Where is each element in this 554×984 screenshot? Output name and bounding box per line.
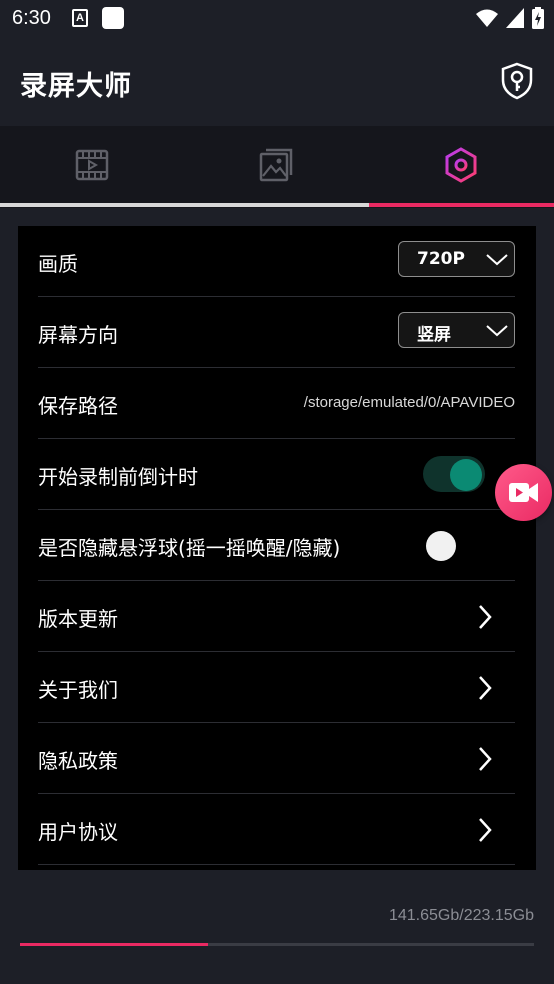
countdown-label: 开始录制前倒计时 [38,465,198,489]
floating-record-button[interactable] [495,464,552,521]
setting-row-agreement[interactable]: 用户协议 [38,794,515,865]
keyboard-notification-icon: A [72,9,88,27]
quality-value: 720P [417,249,465,269]
version-label: 版本更新 [38,607,118,631]
tab-settings[interactable] [369,126,553,204]
chevron-right-icon [479,676,492,700]
privacy-label: 隐私政策 [38,749,118,773]
chevron-down-icon [486,325,508,337]
about-label: 关于我们 [38,678,118,702]
signal-icon [506,8,524,28]
status-time: 6:30 [12,7,51,29]
chevron-right-icon [479,605,492,629]
status-system-icons [476,7,544,29]
status-bar: 6:30 A [0,0,554,38]
wifi-icon [476,9,498,27]
app-notification-icon [102,7,124,29]
orientation-label: 屏幕方向 [38,323,118,347]
app-title: 录屏大师 [20,71,132,102]
shield-key-icon [501,62,533,100]
save-path-label: 保存路径 [38,394,118,418]
chevron-right-icon [479,818,492,842]
tab-videos[interactable] [0,126,184,204]
countdown-toggle-knob [450,459,482,491]
battery-icon [532,7,544,29]
setting-row-hide-float: 是否隐藏悬浮球(摇一摇唤醒/隐藏) [38,510,515,581]
agreement-label: 用户协议 [38,820,118,844]
tab-indicator-active [369,203,554,207]
video-film-icon [75,149,109,181]
save-path-value: /storage/emulated/0/APAVIDEO [303,394,515,411]
quality-dropdown[interactable]: 720P [398,241,515,277]
storage-usage-text: 141.65Gb/223.15Gb [388,907,534,924]
hide-float-label: 是否隐藏悬浮球(摇一摇唤醒/隐藏) [38,536,341,560]
chevron-down-icon [486,254,508,266]
setting-row-quality: 画质 720P [38,226,515,297]
storage-progress-fill [20,943,208,946]
orientation-value: 竖屏 [417,325,451,345]
video-camera-icon [509,483,538,502]
setting-row-countdown: 开始录制前倒计时 [38,439,515,510]
hide-float-toggle[interactable] [426,531,456,561]
settings-hexagon-icon [445,147,477,183]
setting-row-version[interactable]: 版本更新 [38,581,515,652]
setting-row-save-path[interactable]: 保存路径 /storage/emulated/0/APAVIDEO [38,368,515,439]
chevron-right-icon [479,747,492,771]
setting-row-about[interactable]: 关于我们 [38,652,515,723]
settings-panel: 画质 720P 屏幕方向 竖屏 保存路径 /storage/emulated/0… [18,226,536,870]
setting-row-privacy[interactable]: 隐私政策 [38,723,515,794]
orientation-dropdown[interactable]: 竖屏 [398,312,515,348]
quality-label: 画质 [38,252,78,276]
gallery-image-icon [259,148,293,182]
setting-row-orientation: 屏幕方向 竖屏 [38,297,515,368]
shield-key-button[interactable] [500,62,534,100]
tab-bar [0,126,554,208]
app-bar: 录屏大师 [0,38,554,126]
tab-gallery[interactable] [184,126,368,204]
